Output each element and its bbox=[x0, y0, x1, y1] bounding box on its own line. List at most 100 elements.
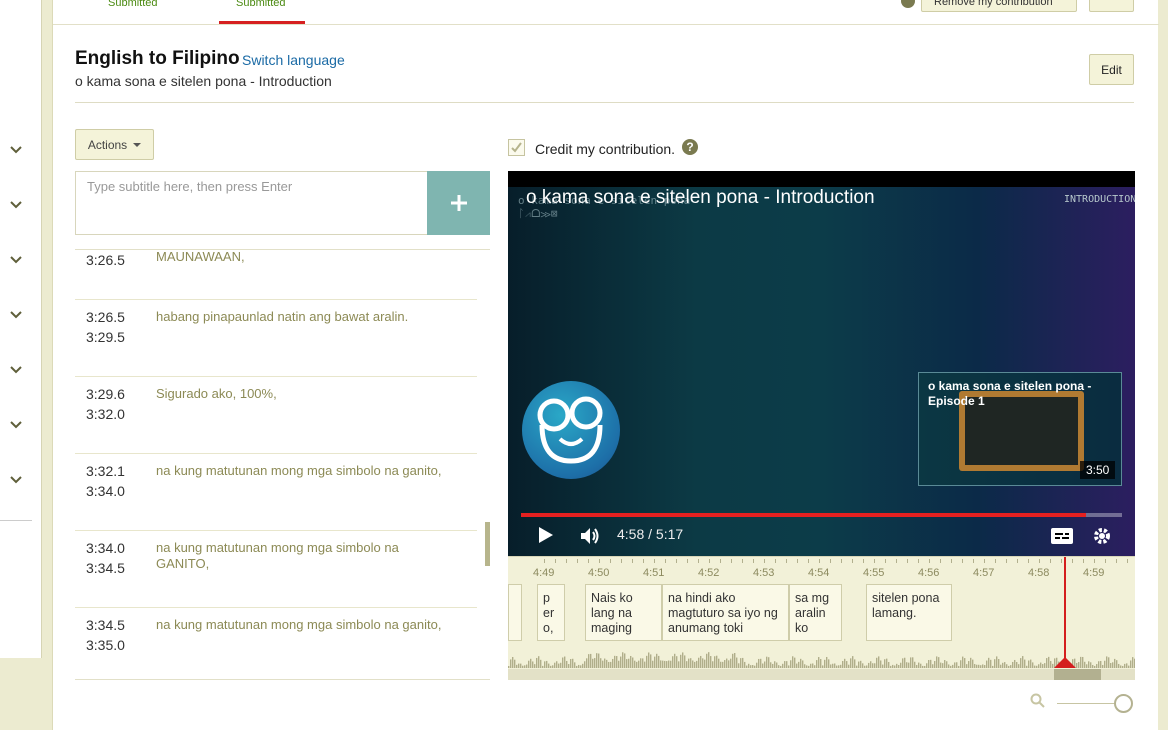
play-icon[interactable] bbox=[538, 526, 554, 549]
waveform-bar bbox=[646, 655, 648, 668]
timeline-tick bbox=[588, 559, 589, 563]
timeline-tick bbox=[1006, 559, 1007, 563]
tab-submitted[interactable]: Submitted bbox=[108, 0, 158, 9]
volume-icon[interactable] bbox=[579, 526, 601, 551]
timeline-cue[interactable]: p er o, bbox=[537, 584, 565, 641]
playhead-handle[interactable] bbox=[1054, 657, 1076, 668]
timeline-tick-label: 4:55 bbox=[863, 567, 885, 579]
timeline-cue[interactable]: sa mg aralin ko bbox=[789, 584, 842, 641]
waveform-bar bbox=[554, 662, 556, 668]
zoom-slider-knob[interactable] bbox=[1114, 694, 1133, 713]
subtitle-row[interactable]: 3:26.5 MAUNAWAAN, bbox=[75, 250, 477, 300]
tab-submitted-active[interactable]: Submitted bbox=[236, 0, 286, 9]
waveform-bar bbox=[546, 660, 548, 668]
credit-checkbox[interactable] bbox=[508, 139, 525, 156]
waveform-bar bbox=[848, 664, 850, 668]
timeline-cue[interactable]: sitelen pona lamang. bbox=[866, 584, 952, 641]
remove-contribution-button[interactable]: Remove my contribution bbox=[921, 0, 1077, 12]
subtitle-time: 3:34.5 3:35.0 bbox=[86, 615, 125, 655]
chevron-down-icon[interactable] bbox=[10, 256, 24, 270]
switch-language-link[interactable]: Switch language bbox=[242, 52, 345, 68]
subtitle-list-scrollbar[interactable] bbox=[485, 522, 490, 566]
endcard-next-video[interactable]: o kama sona e sitelen pona - Episode 1 3… bbox=[918, 372, 1122, 486]
timeline-tick bbox=[665, 559, 666, 563]
waveform-bar bbox=[768, 657, 770, 668]
timeline-cue[interactable]: Nais ko lang na maging bbox=[585, 584, 662, 641]
channel-logo[interactable] bbox=[522, 381, 620, 479]
timeline-cue-partial[interactable] bbox=[508, 584, 522, 641]
waveform-bar bbox=[1028, 660, 1030, 668]
subtitle-text[interactable]: Sigurado ako, 100%, bbox=[156, 386, 446, 402]
subtitle-row[interactable]: 3:34.0 3:34.5 na kung matutunan mong mga… bbox=[75, 531, 477, 608]
edit-button[interactable]: Edit bbox=[1089, 54, 1134, 85]
waveform-bar bbox=[1000, 664, 1002, 668]
waveform-bar bbox=[528, 660, 530, 668]
waveform-bar bbox=[862, 663, 864, 668]
timeline-scrollbar[interactable] bbox=[508, 669, 1135, 680]
chevron-down-icon[interactable] bbox=[10, 311, 24, 325]
waveform-bar bbox=[866, 665, 868, 668]
waveform-bar bbox=[740, 658, 742, 668]
subtitle-list[interactable]: 3:26.5 MAUNAWAAN, 3:26.5 3:29.5 habang p… bbox=[75, 249, 490, 680]
settings-icon[interactable] bbox=[1092, 526, 1112, 551]
waveform-bar bbox=[962, 656, 964, 668]
chevron-down-icon[interactable] bbox=[10, 366, 24, 380]
waveform-bar bbox=[748, 663, 750, 668]
waveform-bar bbox=[890, 665, 892, 668]
timeline-cue[interactable]: na hindi ako magtuturo sa iyo ng anumang… bbox=[662, 584, 789, 641]
waveform-bar bbox=[1022, 656, 1024, 668]
subtitle-timeline[interactable]: 4:49 4:50 4:51 4:52 4:53 4:54 4:55 4:56 4:57 4:58… bbox=[508, 556, 1135, 680]
subtitle-row[interactable]: 3:26.5 3:29.5 habang pinapaunlad natin a… bbox=[75, 300, 477, 377]
timeline-tick bbox=[1050, 559, 1051, 563]
video-player[interactable]: o kama sona e sitelen pona ᛚ⩘ᗝ≫⊠ INTRODUC… bbox=[508, 171, 1135, 556]
timeline-playhead[interactable] bbox=[1064, 557, 1066, 665]
waveform-bar bbox=[932, 664, 934, 668]
subtitle-row[interactable]: 3:32.1 3:34.0 na kung matutunan mong mga… bbox=[75, 454, 477, 531]
subtitle-text[interactable]: na kung matutunan mong mga simbolo na ga… bbox=[156, 617, 446, 633]
waveform-bar bbox=[878, 656, 880, 668]
chevron-down-icon[interactable] bbox=[10, 201, 24, 215]
waveform-bar bbox=[1108, 657, 1110, 668]
waveform-bar bbox=[1106, 656, 1108, 668]
timeline-scroll-thumb[interactable] bbox=[1054, 669, 1101, 680]
waveform-bar bbox=[1118, 663, 1120, 668]
waveform-bar bbox=[744, 661, 746, 668]
actions-label: Actions bbox=[87, 137, 128, 152]
waveform-bar bbox=[1034, 665, 1036, 668]
waveform-bar bbox=[704, 659, 706, 668]
actions-dropdown[interactable]: Actions bbox=[75, 129, 154, 160]
subtitle-row[interactable]: 3:29.6 3:32.0 Sigurado ako, 100%, bbox=[75, 377, 477, 454]
video-progress-bar[interactable] bbox=[521, 513, 1122, 517]
subtitle-text[interactable]: MAUNAWAAN, bbox=[156, 250, 446, 265]
waveform-bar bbox=[978, 664, 980, 668]
timeline-tick bbox=[731, 559, 732, 563]
waveform-bar bbox=[806, 665, 808, 668]
waveform-bar bbox=[1002, 662, 1004, 668]
waveform-bar bbox=[936, 656, 938, 668]
chevron-down-icon[interactable] bbox=[10, 476, 24, 490]
waveform-bar bbox=[1086, 664, 1088, 668]
captions-icon[interactable] bbox=[1051, 528, 1073, 549]
add-subtitle-button[interactable] bbox=[427, 171, 490, 235]
waveform-bar bbox=[1098, 661, 1100, 668]
waveform-bar bbox=[840, 664, 842, 668]
subtitle-text[interactable]: na kung matutunan mong mga simbolo na ga… bbox=[156, 463, 446, 479]
chevron-down-icon[interactable] bbox=[10, 146, 24, 160]
waveform-bar bbox=[568, 664, 570, 668]
waveform-bar bbox=[856, 665, 858, 668]
subtitle-text[interactable]: habang pinapaunlad natin ang bawat arali… bbox=[156, 309, 446, 325]
waveform-bar bbox=[552, 665, 554, 668]
video-title[interactable]: o kama sona e sitelen pona - Introductio… bbox=[526, 187, 875, 209]
more-button[interactable] bbox=[1089, 0, 1134, 12]
help-icon[interactable]: ? bbox=[682, 139, 698, 155]
subtitle-text[interactable]: na kung matutunan mong mga simbolo na GA… bbox=[156, 540, 446, 572]
info-icon[interactable] bbox=[901, 0, 915, 8]
waveform-bar bbox=[858, 661, 860, 668]
active-tab-indicator bbox=[219, 21, 305, 24]
waveform-bar bbox=[780, 665, 782, 668]
waveform-bar bbox=[954, 662, 956, 668]
subtitle-row[interactable]: 3:34.5 3:35.0 na kung matutunan mong mga… bbox=[75, 608, 477, 679]
chevron-down-icon[interactable] bbox=[10, 421, 24, 435]
subtitle-input[interactable]: Type subtitle here, then press Enter bbox=[75, 171, 428, 235]
waveform-bar bbox=[976, 664, 978, 668]
